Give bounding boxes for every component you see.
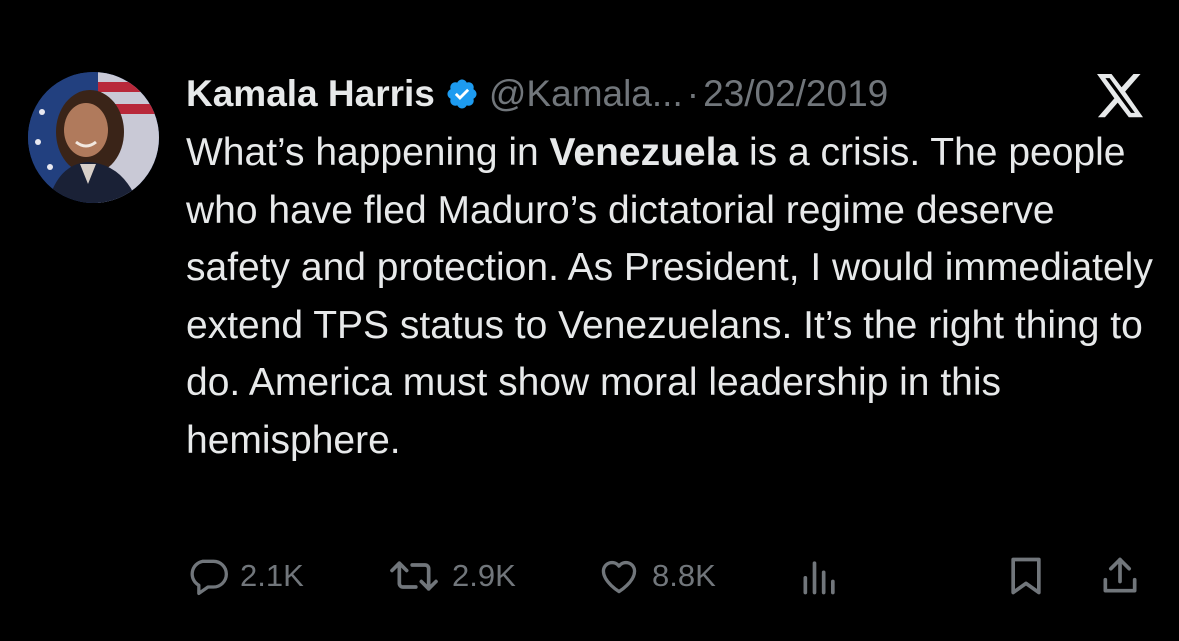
reply-button[interactable]: 2.1K — [186, 551, 304, 601]
tweet-header: Kamala Harris @Kamala... · 23/02/2019 — [186, 70, 888, 118]
display-name[interactable]: Kamala Harris — [186, 73, 435, 115]
x-logo-icon — [1097, 74, 1145, 118]
avatar[interactable] — [28, 72, 159, 203]
tweet-text: What’s happening in Venezuela is a crisi… — [186, 124, 1161, 469]
timestamp[interactable]: 23/02/2019 — [703, 73, 888, 115]
like-count: 8.8K — [652, 558, 716, 593]
repost-count: 2.9K — [452, 558, 516, 593]
separator-dot: · — [686, 73, 700, 114]
repost-button[interactable]: 2.9K — [386, 551, 516, 601]
bookmark-icon — [1004, 554, 1048, 598]
bookmark-button[interactable] — [1004, 551, 1048, 601]
heart-icon — [596, 554, 642, 598]
views-button[interactable] — [798, 551, 842, 601]
tweet-text-bold: Venezuela — [549, 131, 739, 174]
repost-icon — [386, 554, 442, 598]
action-bar: 2.1K 2.9K 8.8K — [186, 551, 1146, 601]
handle[interactable]: @Kamala... — [489, 73, 683, 115]
tweet-text-end: is a crisis. The people who have fled Ma… — [186, 131, 1153, 462]
tweet-text-start: What’s happening in — [186, 131, 550, 174]
like-button[interactable]: 8.8K — [596, 551, 716, 601]
reply-count: 2.1K — [240, 558, 304, 593]
share-icon — [1098, 554, 1142, 598]
reply-icon — [186, 554, 230, 598]
share-button[interactable] — [1098, 551, 1142, 601]
views-chart-icon — [798, 554, 842, 598]
verified-badge-icon — [445, 77, 479, 111]
